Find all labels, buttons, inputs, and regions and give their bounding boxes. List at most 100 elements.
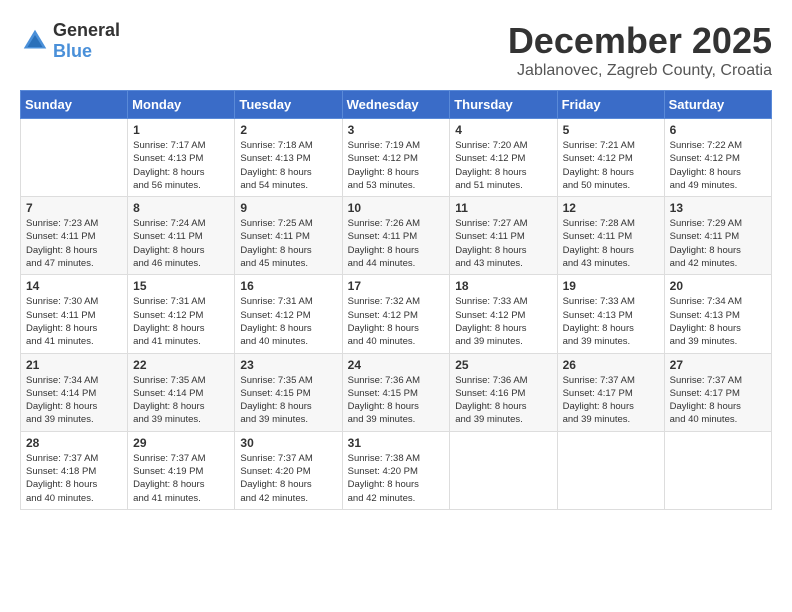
calendar-cell: 12Sunrise: 7:28 AMSunset: 4:11 PMDayligh… <box>557 197 664 275</box>
calendar-week-2: 7Sunrise: 7:23 AMSunset: 4:11 PMDaylight… <box>21 197 772 275</box>
day-number: 20 <box>670 279 766 293</box>
calendar-cell: 30 Sunrise: 7:37 AMSunset: 4:20 PMDayligh… <box>235 431 342 509</box>
day-number: 14 <box>26 279 122 293</box>
day-number: 25 <box>455 358 551 372</box>
day-number: 30 <box>240 436 336 450</box>
header-wednesday: Wednesday <box>342 91 450 119</box>
day-number: 28 <box>26 436 122 450</box>
calendar-cell: 15 Sunrise: 7:31 AMSunset: 4:12 PMDayligh… <box>128 275 235 353</box>
day-info: Sunrise: 7:29 AMSunset: 4:11 PMDaylight:… <box>670 217 766 270</box>
day-info: Sunrise: 7:37 AMSunset: 4:20 PMDaylight:… <box>240 452 336 505</box>
day-number: 11 <box>455 201 551 215</box>
calendar-week-3: 14 Sunrise: 7:30 AMSunset: 4:11 PMDayligh… <box>21 275 772 353</box>
location-title: Jablanovec, Zagreb County, Croatia <box>508 62 772 80</box>
day-number: 10 <box>348 201 445 215</box>
day-info: Sunrise: 7:35 AMSunset: 4:14 PMDaylight:… <box>133 374 229 427</box>
day-info: Sunrise: 7:25 AMSunset: 4:11 PMDaylight:… <box>240 217 336 270</box>
day-number: 31 <box>348 436 445 450</box>
day-info: Sunrise: 7:19 AMSunset: 4:12 PMDaylight:… <box>348 139 445 192</box>
day-number: 13 <box>670 201 766 215</box>
day-info: Sunrise: 7:31 AMSunset: 4:12 PMDaylight:… <box>240 295 336 348</box>
title-area: December 2025 Jablanovec, Zagreb County,… <box>508 20 772 80</box>
calendar-cell: 21 Sunrise: 7:34 AMSunset: 4:14 PMDayligh… <box>21 353 128 431</box>
calendar-cell: 26 Sunrise: 7:37 AMSunset: 4:17 PMDayligh… <box>557 353 664 431</box>
calendar-cell: 19 Sunrise: 7:33 AMSunset: 4:13 PMDayligh… <box>557 275 664 353</box>
calendar-cell: 3 Sunrise: 7:19 AMSunset: 4:12 PMDaylight… <box>342 119 450 197</box>
calendar-cell: 27 Sunrise: 7:37 AMSunset: 4:17 PMDayligh… <box>664 353 771 431</box>
calendar-cell: 28 Sunrise: 7:37 AMSunset: 4:18 PMDayligh… <box>21 431 128 509</box>
calendar-cell: 16 Sunrise: 7:31 AMSunset: 4:12 PMDayligh… <box>235 275 342 353</box>
header-friday: Friday <box>557 91 664 119</box>
calendar-cell: 20Sunrise: 7:34 AMSunset: 4:13 PMDayligh… <box>664 275 771 353</box>
day-info: Sunrise: 7:18 AMSunset: 4:13 PMDaylight:… <box>240 139 336 192</box>
day-info: Sunrise: 7:31 AMSunset: 4:12 PMDaylight:… <box>133 295 229 348</box>
calendar-cell: 25 Sunrise: 7:36 AMSunset: 4:16 PMDayligh… <box>450 353 557 431</box>
calendar-cell: 8Sunrise: 7:24 AMSunset: 4:11 PMDaylight… <box>128 197 235 275</box>
day-info: Sunrise: 7:20 AMSunset: 4:12 PMDaylight:… <box>455 139 551 192</box>
day-number: 6 <box>670 123 766 137</box>
day-number: 19 <box>563 279 659 293</box>
calendar-cell: 13 Sunrise: 7:29 AMSunset: 4:11 PMDayligh… <box>664 197 771 275</box>
day-info: Sunrise: 7:36 AMSunset: 4:16 PMDaylight:… <box>455 374 551 427</box>
logo-blue: Blue <box>53 41 92 61</box>
day-info: Sunrise: 7:23 AMSunset: 4:11 PMDaylight:… <box>26 217 122 270</box>
calendar-cell <box>557 431 664 509</box>
calendar-cell: 7Sunrise: 7:23 AMSunset: 4:11 PMDaylight… <box>21 197 128 275</box>
calendar-cell <box>21 119 128 197</box>
header-monday: Monday <box>128 91 235 119</box>
calendar-table: SundayMondayTuesdayWednesdayThursdayFrid… <box>20 90 772 510</box>
calendar-cell: 23Sunrise: 7:35 AMSunset: 4:15 PMDayligh… <box>235 353 342 431</box>
day-number: 16 <box>240 279 336 293</box>
day-info: Sunrise: 7:21 AMSunset: 4:12 PMDaylight:… <box>563 139 659 192</box>
day-number: 1 <box>133 123 229 137</box>
day-number: 4 <box>455 123 551 137</box>
day-number: 3 <box>348 123 445 137</box>
day-info: Sunrise: 7:26 AMSunset: 4:11 PMDaylight:… <box>348 217 445 270</box>
day-number: 23 <box>240 358 336 372</box>
calendar-cell: 2 Sunrise: 7:18 AMSunset: 4:13 PMDaylight… <box>235 119 342 197</box>
calendar-cell: 22Sunrise: 7:35 AMSunset: 4:14 PMDayligh… <box>128 353 235 431</box>
logo-text: General Blue <box>53 20 120 62</box>
logo-icon <box>20 26 50 56</box>
day-info: Sunrise: 7:32 AMSunset: 4:12 PMDaylight:… <box>348 295 445 348</box>
calendar-week-1: 1Sunrise: 7:17 AMSunset: 4:13 PMDaylight… <box>21 119 772 197</box>
calendar-cell: 17Sunrise: 7:32 AMSunset: 4:12 PMDayligh… <box>342 275 450 353</box>
day-number: 29 <box>133 436 229 450</box>
day-number: 9 <box>240 201 336 215</box>
month-title: December 2025 <box>508 20 772 62</box>
day-info: Sunrise: 7:22 AMSunset: 4:12 PMDaylight:… <box>670 139 766 192</box>
day-info: Sunrise: 7:30 AMSunset: 4:11 PMDaylight:… <box>26 295 122 348</box>
header-tuesday: Tuesday <box>235 91 342 119</box>
day-number: 8 <box>133 201 229 215</box>
day-number: 24 <box>348 358 445 372</box>
calendar-cell: 29 Sunrise: 7:37 AMSunset: 4:19 PMDayligh… <box>128 431 235 509</box>
calendar-cell: 11Sunrise: 7:27 AMSunset: 4:11 PMDayligh… <box>450 197 557 275</box>
calendar-cell: 6 Sunrise: 7:22 AMSunset: 4:12 PMDaylight… <box>664 119 771 197</box>
calendar-week-5: 28 Sunrise: 7:37 AMSunset: 4:18 PMDayligh… <box>21 431 772 509</box>
day-info: Sunrise: 7:37 AMSunset: 4:18 PMDaylight:… <box>26 452 122 505</box>
logo-general: General <box>53 20 120 40</box>
calendar-cell: 14 Sunrise: 7:30 AMSunset: 4:11 PMDayligh… <box>21 275 128 353</box>
day-info: Sunrise: 7:34 AMSunset: 4:14 PMDaylight:… <box>26 374 122 427</box>
day-number: 27 <box>670 358 766 372</box>
day-number: 2 <box>240 123 336 137</box>
day-info: Sunrise: 7:37 AMSunset: 4:17 PMDaylight:… <box>563 374 659 427</box>
logo: General Blue <box>20 20 120 62</box>
calendar-cell: 24 Sunrise: 7:36 AMSunset: 4:15 PMDayligh… <box>342 353 450 431</box>
calendar-cell <box>450 431 557 509</box>
day-info: Sunrise: 7:37 AMSunset: 4:19 PMDaylight:… <box>133 452 229 505</box>
day-info: Sunrise: 7:38 AMSunset: 4:20 PMDaylight:… <box>348 452 445 505</box>
day-info: Sunrise: 7:36 AMSunset: 4:15 PMDaylight:… <box>348 374 445 427</box>
calendar-header-row: SundayMondayTuesdayWednesdayThursdayFrid… <box>21 91 772 119</box>
day-info: Sunrise: 7:33 AMSunset: 4:13 PMDaylight:… <box>563 295 659 348</box>
day-info: Sunrise: 7:37 AMSunset: 4:17 PMDaylight:… <box>670 374 766 427</box>
day-number: 15 <box>133 279 229 293</box>
day-info: Sunrise: 7:28 AMSunset: 4:11 PMDaylight:… <box>563 217 659 270</box>
day-number: 21 <box>26 358 122 372</box>
day-number: 5 <box>563 123 659 137</box>
header-thursday: Thursday <box>450 91 557 119</box>
calendar-week-4: 21 Sunrise: 7:34 AMSunset: 4:14 PMDayligh… <box>21 353 772 431</box>
day-info: Sunrise: 7:33 AMSunset: 4:12 PMDaylight:… <box>455 295 551 348</box>
calendar-cell: 18Sunrise: 7:33 AMSunset: 4:12 PMDayligh… <box>450 275 557 353</box>
day-number: 26 <box>563 358 659 372</box>
